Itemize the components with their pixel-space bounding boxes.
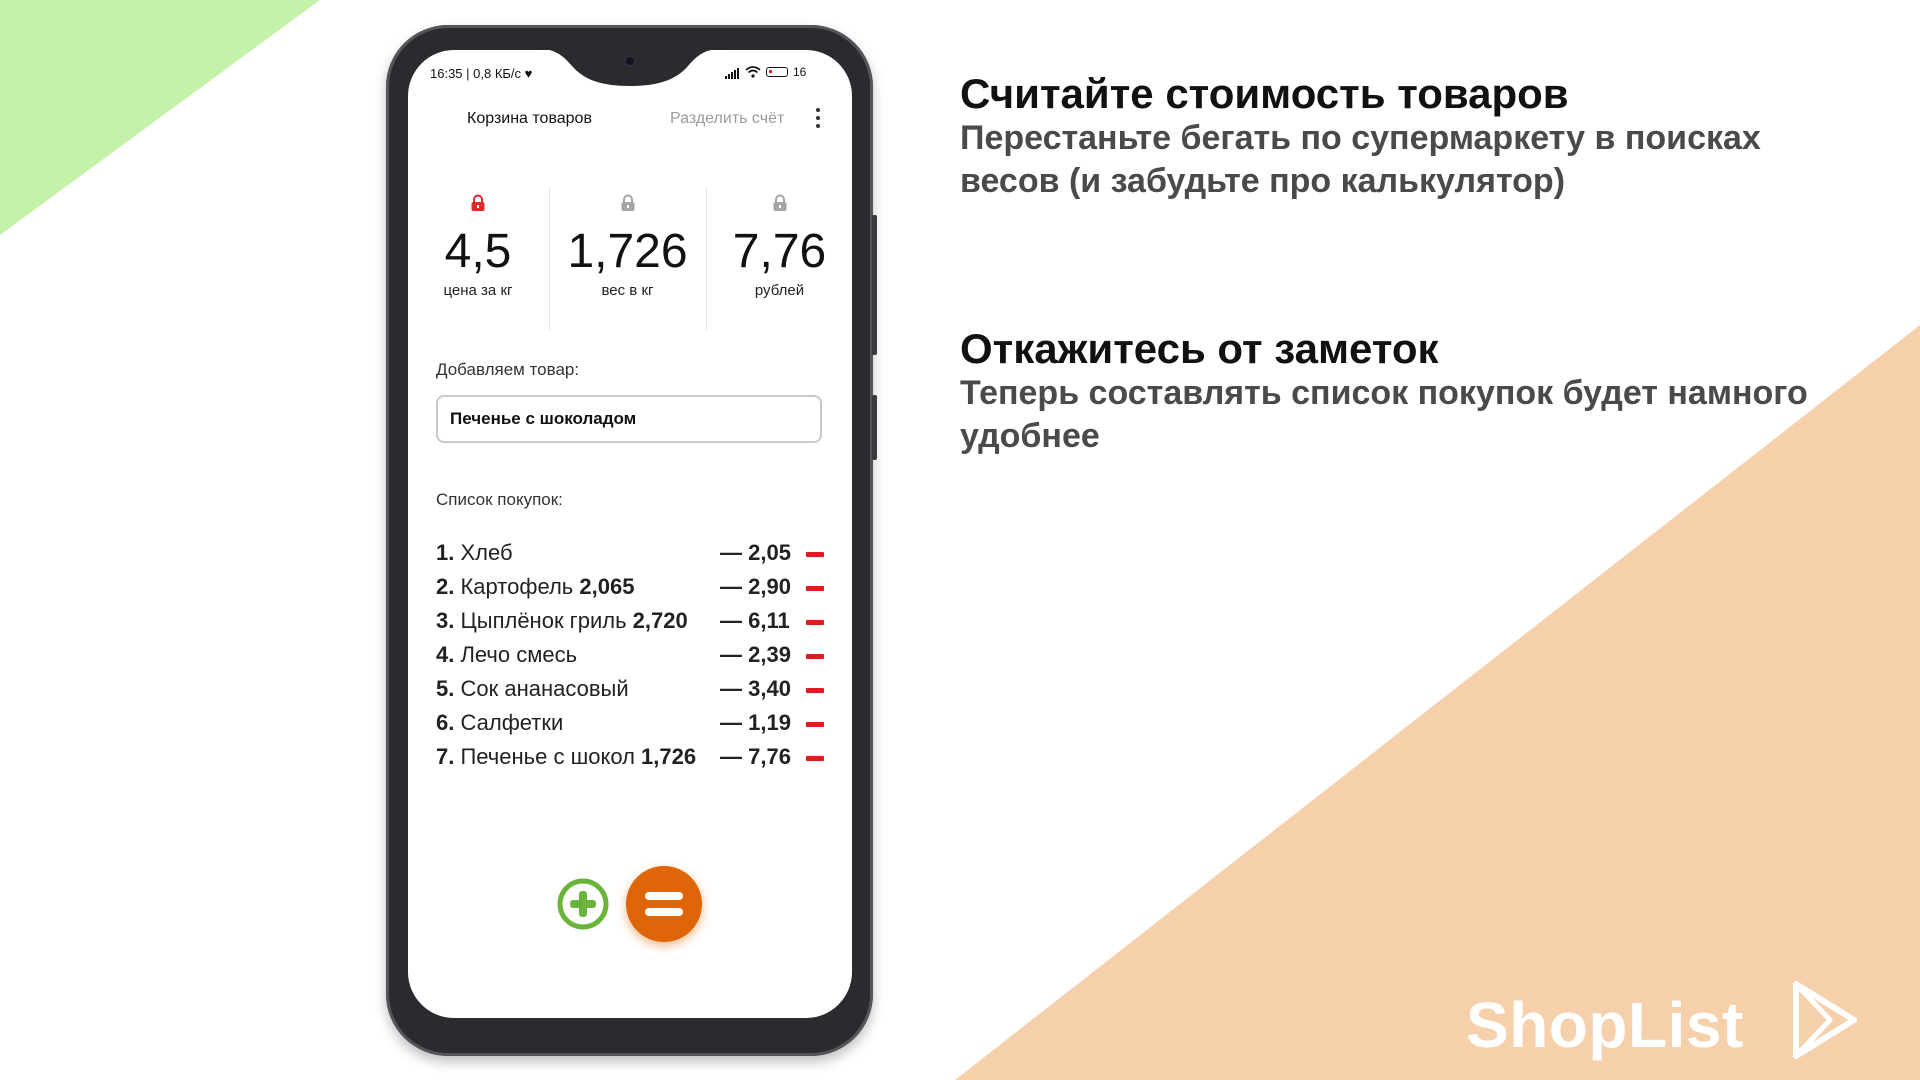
item-price: — 2,39 — [720, 642, 791, 667]
remove-item-icon[interactable] — [806, 586, 824, 591]
list-item[interactable]: 4. Лечо смесь — 2,39 — [436, 642, 836, 676]
item-number: 6. — [436, 710, 455, 735]
item-name: Салфетки — [460, 710, 564, 735]
calculate-button[interactable] — [626, 866, 702, 942]
remove-item-icon[interactable] — [806, 688, 824, 693]
more-vertical-icon[interactable] — [816, 108, 820, 128]
item-name: Лечо смесь — [460, 642, 578, 667]
lock-icon[interactable] — [470, 194, 486, 212]
stat-label: рублей — [754, 282, 805, 299]
unlock-icon[interactable] — [772, 194, 788, 212]
item-name: Печенье с шокол — [460, 744, 635, 769]
list-item[interactable]: 7. Печенье с шокол 1,726 — 7,76 — [436, 744, 836, 778]
battery-percent: 16 — [793, 65, 807, 79]
unlock-icon[interactable] — [620, 194, 636, 212]
item-name: Картофель — [460, 574, 574, 599]
battery-icon — [766, 67, 788, 77]
status-icons: 16 — [725, 65, 806, 79]
item-price: — 2,90 — [720, 574, 791, 599]
item-number: 3. — [436, 608, 455, 633]
item-number: 1. — [436, 540, 455, 565]
stat-divider — [706, 188, 707, 330]
stat-label: вес в кг — [601, 282, 654, 299]
remove-item-icon[interactable] — [806, 722, 824, 727]
wifi-icon — [745, 66, 761, 78]
item-price: — 7,76 — [720, 744, 791, 769]
list-item[interactable]: 1. Хлеб — 2,05 — [436, 540, 836, 574]
stat-value: 7,76 — [732, 225, 827, 278]
remove-item-icon[interactable] — [806, 552, 824, 557]
list-item[interactable]: 6. Салфетки — 1,19 — [436, 710, 836, 744]
list-item[interactable]: 5. Сок ананасовый — 3,40 — [436, 676, 836, 710]
remove-item-icon[interactable] — [806, 620, 824, 625]
stat-weight-kg[interactable]: 1,726 вес в кг — [560, 190, 695, 330]
shopping-list-label: Список покупок: — [436, 490, 563, 509]
brand-name: ShopList — [1466, 989, 1744, 1061]
item-price: — 3,40 — [720, 676, 791, 701]
stat-value: 1,726 — [567, 225, 688, 278]
promo-subtitle-calculate: Перестаньте бегать по супермаркету в пои… — [960, 119, 1761, 200]
app-title[interactable]: Корзина товаров — [467, 110, 592, 128]
item-price: — 6,11 — [720, 608, 790, 633]
item-name-input[interactable] — [436, 395, 822, 443]
split-bill-button[interactable]: Разделить счёт — [670, 110, 784, 128]
promo-subtitle-notes: Теперь составлять список покупок будет н… — [960, 374, 1808, 455]
remove-item-icon[interactable] — [806, 654, 824, 659]
list-item[interactable]: 2. Картофель 2,065 — 2,90 — [436, 574, 836, 608]
list-item[interactable]: 3. Цыплёнок гриль 2,720 — 6,11 — [436, 608, 836, 642]
item-price: — 2,05 — [720, 540, 791, 565]
signal-icon — [725, 65, 740, 79]
promo-heading-calculate: Считайте стоимость товаров — [960, 70, 1569, 117]
item-qty: 2,720 — [632, 608, 688, 633]
item-name: Хлеб — [460, 540, 513, 565]
item-number: 4. — [436, 642, 455, 667]
item-number: 2. — [436, 574, 455, 599]
promo-heading-notes: Откажитесь от заметок — [960, 325, 1439, 372]
status-time-info: 16:35 | 0,8 КБ/с ♥ — [430, 66, 533, 81]
stat-value: 4,5 — [444, 225, 512, 278]
item-number: 5. — [436, 676, 455, 701]
stat-price-per-kg[interactable]: 4,5 цена за кг — [430, 190, 526, 330]
stat-divider — [549, 188, 550, 330]
item-qty: 1,726 — [641, 744, 697, 769]
remove-item-icon[interactable] — [806, 756, 824, 761]
item-number: 7. — [436, 744, 455, 769]
phone-power-button — [872, 395, 877, 460]
item-qty: 2,065 — [579, 574, 635, 599]
add-item-label: Добавляем товар: — [436, 360, 580, 379]
stat-label: цена за кг — [443, 282, 513, 299]
stat-total-rub[interactable]: 7,76 рублей — [717, 190, 842, 330]
phone-volume-button — [872, 215, 877, 355]
item-name: Цыплёнок гриль — [460, 608, 627, 633]
front-camera — [624, 55, 636, 67]
item-name: Сок ананасовый — [460, 676, 629, 701]
play-store-icon — [1793, 981, 1857, 1059]
item-price: — 1,19 — [720, 710, 791, 735]
shopping-list: 1. Хлеб — 2,05 2. Картофель 2,065 — 2,90… — [436, 540, 836, 778]
plus-circle-icon[interactable] — [557, 878, 609, 930]
